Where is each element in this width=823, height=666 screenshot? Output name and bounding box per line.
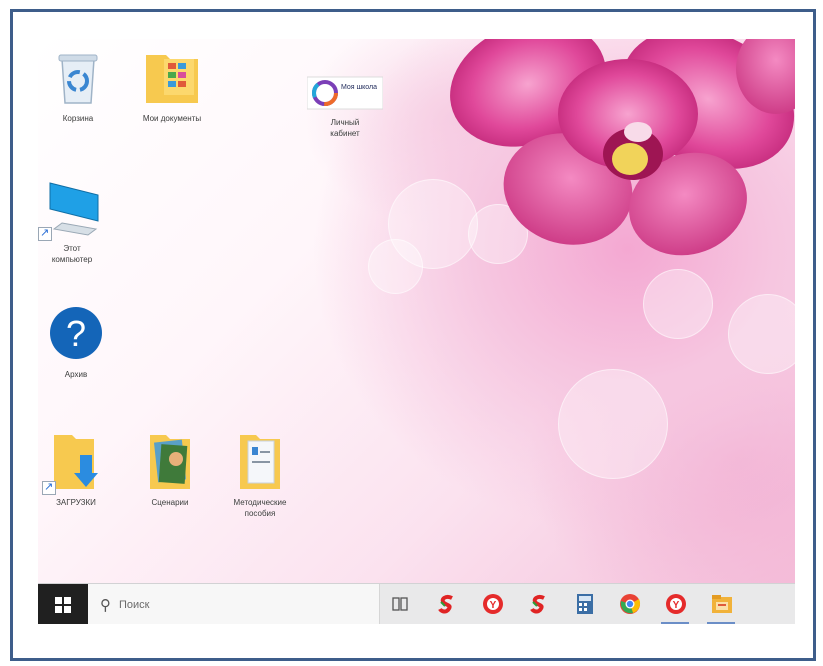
downloads-folder-icon [42, 429, 108, 495]
app-red-s-icon[interactable] [527, 592, 551, 616]
desktop-icon-label: ЗАГРУЗКИ [56, 498, 96, 507]
shortcut-arrow-icon [42, 480, 56, 495]
desktop-icon-label: Личный кабинет [330, 118, 360, 138]
wallpaper-bokeh [558, 369, 668, 479]
desktop-icon-recycle-bin[interactable]: Корзина [38, 45, 120, 124]
svg-text:Y: Y [490, 600, 497, 611]
help-icon: ? [44, 301, 108, 365]
desktop-icon-label: Корзина [62, 114, 94, 123]
active-app-indicator [661, 622, 689, 624]
desktop-icon-label: Сценарии [151, 498, 189, 507]
desktop-icon-scenarios[interactable]: Сценарии [128, 429, 212, 508]
desktop-icon-label: Этот компьютер [51, 244, 93, 264]
svg-text:Y: Y [673, 600, 680, 611]
taskbar-search-box[interactable]: ⚲ Поиск [88, 584, 380, 624]
windows-logo-icon [55, 596, 71, 613]
wallpaper-bokeh [368, 239, 423, 294]
active-app-indicator [707, 622, 735, 624]
moya-shkola-badge-text: Моя школа [341, 84, 378, 91]
desktop-icon-archive[interactable]: ? Архив [38, 301, 118, 380]
svg-text:?: ? [66, 313, 86, 354]
yandex-browser-icon[interactable]: Y [481, 592, 505, 616]
recycle-bin-icon [46, 45, 110, 109]
desktop-screen: Корзина Мои документы Моя школа Личный к… [38, 39, 795, 624]
taskbar: ⚲ Поиск Y Y [38, 583, 795, 624]
search-icon: ⚲ [100, 595, 111, 614]
file-explorer-icon[interactable] [710, 592, 734, 616]
desktop-icon-label: Архив [64, 370, 88, 379]
desktop-icon-methodical-materials[interactable]: Методические пособия [218, 429, 302, 519]
desktop-icon-label: Методические пособия [233, 498, 287, 518]
start-button[interactable] [38, 584, 88, 624]
documents-folder-icon [140, 45, 204, 109]
wallpaper-bokeh [728, 294, 795, 374]
folder-icon [228, 429, 292, 493]
orchid-wallpaper-image [450, 39, 795, 256]
chrome-icon[interactable] [618, 592, 642, 616]
task-view-icon[interactable] [388, 592, 412, 616]
computer-icon [38, 175, 104, 241]
pictures-folder-icon [138, 429, 202, 493]
search-placeholder: Поиск [119, 598, 150, 611]
moya-shkola-app-icon: Моя школа [306, 73, 384, 113]
app-red-s-icon[interactable] [435, 592, 459, 616]
wallpaper-bokeh [643, 269, 713, 339]
desktop-icon-personal-account[interactable]: Моя школа Личный кабинет [303, 73, 387, 139]
desktop-icon-this-computer[interactable]: Этот компьютер [38, 175, 114, 265]
desktop-icon-downloads[interactable]: ЗАГРУЗКИ [38, 429, 118, 508]
shortcut-arrow-icon [38, 226, 52, 241]
yandex-browser-icon[interactable]: Y [664, 592, 688, 616]
calculator-icon[interactable] [573, 592, 597, 616]
desktop-icon-label: Мои документы [142, 114, 202, 123]
desktop-icon-my-documents[interactable]: Мои документы [130, 45, 214, 124]
